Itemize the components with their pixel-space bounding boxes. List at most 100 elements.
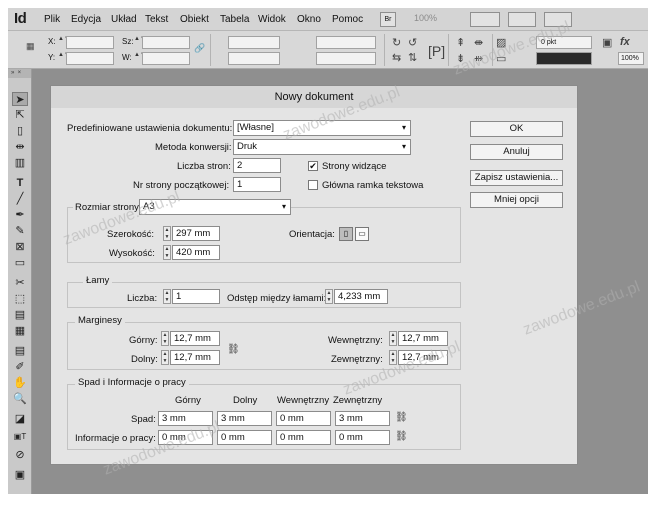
master-frame-checkbox[interactable] xyxy=(308,180,318,190)
facing-pages-checkbox[interactable]: ✔ xyxy=(308,161,318,171)
save-preset-button[interactable]: Zapisz ustawienia... xyxy=(470,170,563,186)
constrain-proportions-icon[interactable]: 🔗 xyxy=(194,43,205,54)
h-stepper[interactable]: ▲▼ xyxy=(134,52,146,65)
content-collector-icon[interactable]: ▥ xyxy=(12,156,28,170)
menu-file[interactable]: Plik xyxy=(44,14,60,25)
ok-button[interactable]: OK xyxy=(470,121,563,137)
stroke-weight-field[interactable]: 0 pkt xyxy=(536,36,592,49)
fx-icon[interactable]: fx xyxy=(620,36,630,48)
flip-vertical-icon[interactable]: ⇅ xyxy=(408,51,417,64)
landscape-orientation-icon[interactable]: ▭ xyxy=(355,227,369,241)
margin-top-field[interactable]: 12,7 mm xyxy=(170,331,220,346)
effects-icon[interactable]: ▣ xyxy=(602,36,612,49)
fill-swatch-icon[interactable]: ▨ xyxy=(496,36,506,49)
margin-inside-stepper[interactable]: ▲ ▼ xyxy=(389,331,397,346)
menu-edit[interactable]: Edycja xyxy=(71,14,101,25)
pen-tool-icon[interactable]: ✒ xyxy=(12,208,28,222)
gutter-stepper[interactable]: ▲ ▼ xyxy=(325,289,333,304)
gradient-tool-icon[interactable]: ▤ xyxy=(12,308,28,322)
bleed-top-field[interactable]: 3 mm xyxy=(158,411,213,426)
screen-mode-tool-icon[interactable]: ▣ xyxy=(12,468,28,482)
rectangle-tool-icon[interactable]: ▭ xyxy=(12,256,28,270)
free-transform-tool-icon[interactable]: ⬚ xyxy=(12,292,28,306)
stroke-type-select[interactable] xyxy=(536,52,592,65)
select-container-icon[interactable]: ⇞ xyxy=(456,36,465,49)
intent-select[interactable]: Druk ▾ xyxy=(233,139,411,155)
slug-bottom-field[interactable]: 0 mm xyxy=(217,430,272,445)
view-options-icon[interactable] xyxy=(508,12,536,27)
margin-bottom-stepper[interactable]: ▲ ▼ xyxy=(161,350,169,365)
margin-top-stepper[interactable]: ▲ ▼ xyxy=(161,331,169,346)
select-content-icon[interactable]: ⇟ xyxy=(456,52,465,65)
opacity-field[interactable]: 100% xyxy=(618,52,644,65)
eyedropper-tool-icon[interactable]: ✐ xyxy=(12,360,28,374)
scissors-tool-icon[interactable]: ✂ xyxy=(12,276,28,290)
y-stepper[interactable]: ▲▼ xyxy=(58,52,70,65)
slug-inside-field[interactable]: 0 mm xyxy=(276,430,331,445)
fewer-options-button[interactable]: Mniej opcji xyxy=(470,192,563,208)
formatting-container-icon[interactable]: ▣T xyxy=(12,430,28,444)
menu-help[interactable]: Pomoc xyxy=(332,14,363,25)
select-next-icon[interactable]: ⇻ xyxy=(474,52,483,65)
x-stepper[interactable]: ▲▼ xyxy=(58,36,70,49)
rotate-field[interactable] xyxy=(316,36,376,49)
bridge-button[interactable]: Br xyxy=(380,12,396,27)
zoom-tool-icon[interactable]: 🔍 xyxy=(12,392,28,406)
apply-none-icon[interactable]: ⊘ xyxy=(12,448,28,462)
slug-top-field[interactable]: 0 mm xyxy=(158,430,213,445)
margin-outside-stepper[interactable]: ▲ ▼ xyxy=(389,350,397,365)
width-stepper[interactable]: ▲ ▼ xyxy=(163,226,171,241)
margin-outside-field[interactable]: 12,7 mm xyxy=(398,350,448,365)
gutter-field[interactable]: 4,233 mm xyxy=(334,289,388,304)
scale-x-field[interactable] xyxy=(228,36,280,49)
gap-tool-icon[interactable]: ⇹ xyxy=(12,140,28,154)
frame-type-icon[interactable]: [P] xyxy=(428,43,445,59)
line-tool-icon[interactable]: ╱ xyxy=(12,192,28,206)
cancel-button[interactable]: Anuluj xyxy=(470,144,563,160)
zoom-level[interactable]: 100% xyxy=(402,13,454,27)
slug-chain-icon[interactable]: ⛓ xyxy=(395,431,408,442)
bleed-inside-field[interactable]: 0 mm xyxy=(276,411,331,426)
preset-select[interactable]: [Własne] ▾ xyxy=(233,120,411,136)
w-stepper[interactable]: ▲▼ xyxy=(134,36,146,49)
direct-selection-tool-icon[interactable]: ⇱ xyxy=(12,108,28,122)
rotate-ccw-icon[interactable]: ↺ xyxy=(408,36,417,49)
note-tool-icon[interactable]: ▤ xyxy=(12,344,28,358)
w-field[interactable] xyxy=(142,36,190,49)
fill-stroke-icon[interactable]: ◪ xyxy=(12,412,28,426)
reference-point-icon[interactable]: ▦ xyxy=(26,41,35,52)
menu-type[interactable]: Tekst xyxy=(145,14,168,25)
bleed-outside-field[interactable]: 3 mm xyxy=(335,411,390,426)
gradient-feather-tool-icon[interactable]: ▦ xyxy=(12,324,28,338)
height-field[interactable]: 420 mm xyxy=(172,245,220,260)
shear-field[interactable] xyxy=(316,52,376,65)
rotate-cw-icon[interactable]: ↻ xyxy=(392,36,401,49)
menu-layout[interactable]: Układ xyxy=(111,14,137,25)
stroke-swatch-icon[interactable]: ▭ xyxy=(496,52,506,65)
margin-bottom-field[interactable]: 12,7 mm xyxy=(170,350,220,365)
menu-view[interactable]: Widok xyxy=(258,14,286,25)
portrait-orientation-icon[interactable]: ▯ xyxy=(339,227,353,241)
hand-tool-icon[interactable]: ✋ xyxy=(12,376,28,390)
y-field[interactable] xyxy=(66,52,114,65)
chain-link-icon[interactable]: ⛓ xyxy=(227,344,240,355)
slug-outside-field[interactable]: 0 mm xyxy=(335,430,390,445)
scale-y-field[interactable] xyxy=(228,52,280,65)
arrange-documents-icon[interactable] xyxy=(544,12,572,27)
selection-tool-icon[interactable]: ➤ xyxy=(12,92,28,106)
select-previous-icon[interactable]: ⇼ xyxy=(474,36,483,49)
height-stepper[interactable]: ▲ ▼ xyxy=(163,245,171,260)
x-field[interactable] xyxy=(66,36,114,49)
columns-number-field[interactable]: 1 xyxy=(172,289,220,304)
menu-table[interactable]: Tabela xyxy=(220,14,249,25)
menu-object[interactable]: Obiekt xyxy=(180,14,209,25)
type-tool-icon[interactable]: T xyxy=(12,176,28,190)
h-field[interactable] xyxy=(142,52,190,65)
start-page-field[interactable]: 1 xyxy=(233,177,281,192)
bleed-chain-icon[interactable]: ⛓ xyxy=(395,412,408,423)
menu-window[interactable]: Okno xyxy=(297,14,321,25)
columns-stepper[interactable]: ▲ ▼ xyxy=(163,289,171,304)
page-size-select[interactable]: A3 ▾ xyxy=(139,199,291,215)
bleed-bottom-field[interactable]: 3 mm xyxy=(217,411,272,426)
margin-inside-field[interactable]: 12,7 mm xyxy=(398,331,448,346)
